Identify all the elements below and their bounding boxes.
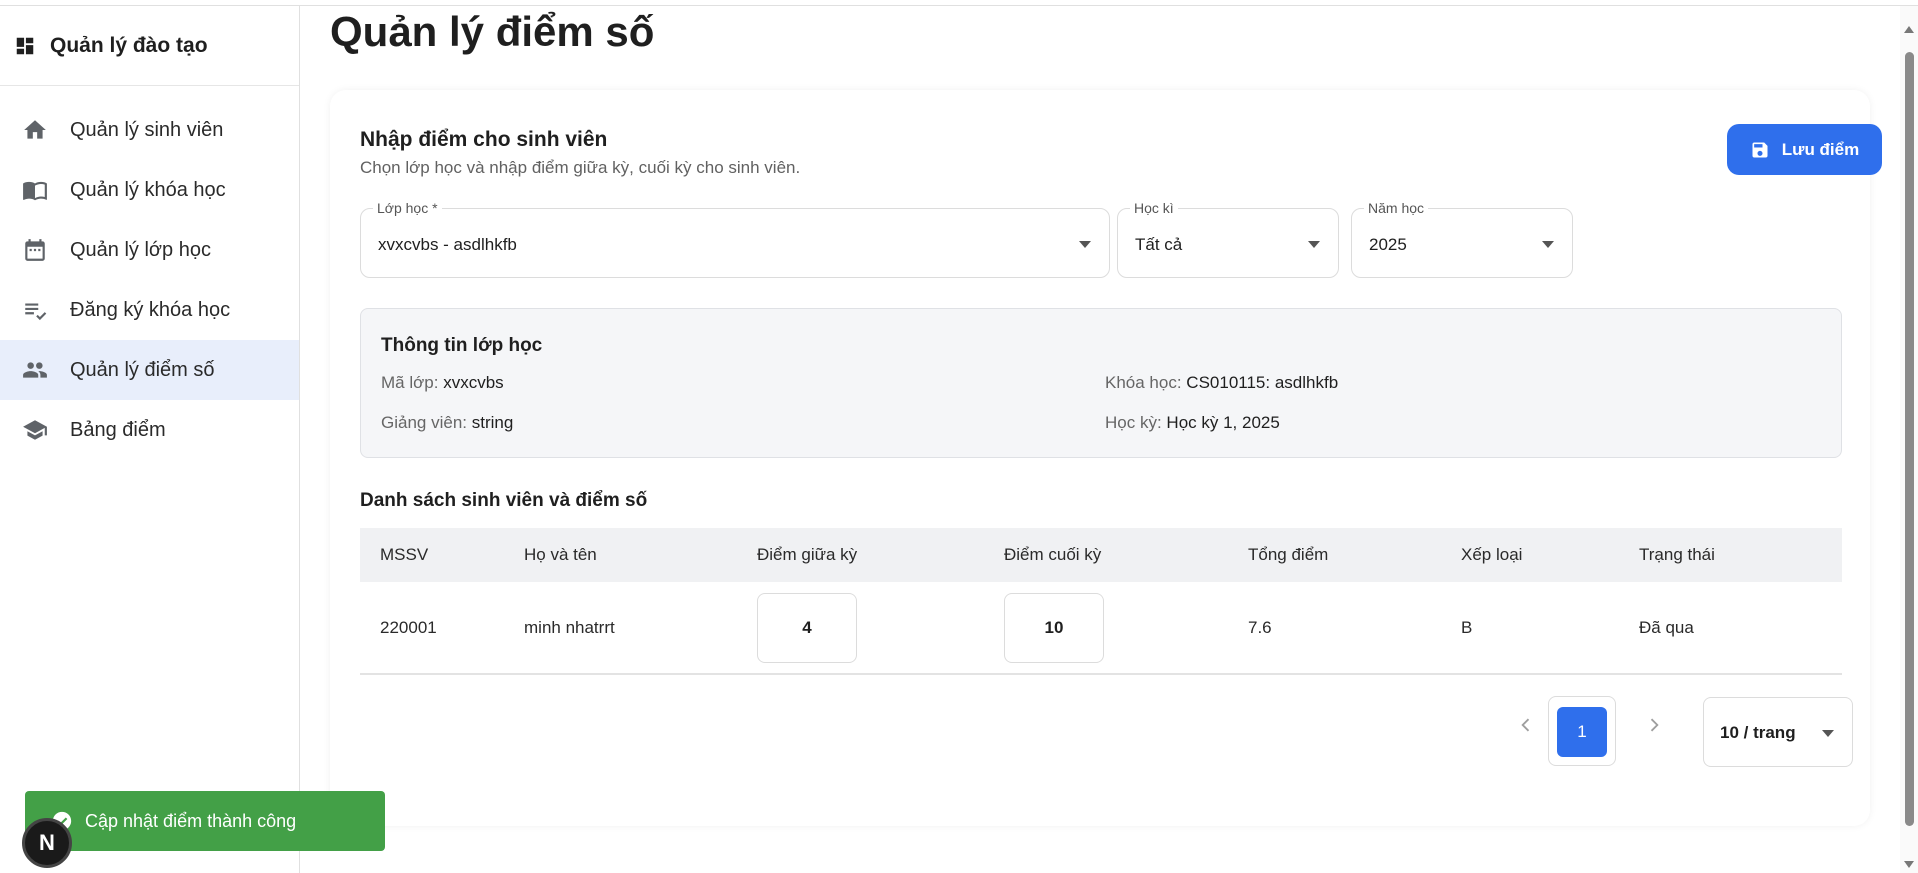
final-score-input[interactable]: 10 bbox=[1004, 592, 1104, 663]
column-header: Điểm cuối kỳ bbox=[1004, 545, 1102, 564]
sidebar-item-label: Quản lý điểm số bbox=[70, 358, 215, 381]
scroll-up-icon[interactable] bbox=[1904, 26, 1914, 33]
calendar-icon bbox=[22, 237, 48, 263]
chevron-down-icon bbox=[1308, 241, 1320, 248]
column-header: MSSV bbox=[380, 545, 429, 564]
sidebar-item-label: Bảng điểm bbox=[70, 418, 166, 441]
term-info: Học kỳ: Học kỳ 1, 2025 bbox=[1105, 413, 1280, 433]
table-header: MSSV Họ và tên Điểm giữa kỳ Điểm cuối kỳ… bbox=[360, 528, 1842, 582]
grade-rank: B bbox=[1461, 617, 1473, 637]
sidebar-item-label: Đăng ký khóa học bbox=[70, 298, 231, 321]
card-subtitle: Chọn lớp học và nhập điểm giữa kỳ, cuối … bbox=[360, 158, 801, 177]
scrollbar[interactable] bbox=[1900, 6, 1918, 873]
pagination-page-1[interactable]: 1 bbox=[1557, 707, 1607, 757]
column-header: Trạng thái bbox=[1639, 545, 1715, 564]
chevron-down-icon bbox=[1822, 730, 1834, 737]
pass-status: Đã qua bbox=[1639, 617, 1694, 637]
chevron-left-icon[interactable] bbox=[1516, 715, 1536, 735]
brand[interactable]: Quản lý đào tạo bbox=[0, 6, 299, 86]
sidebar-item-grades[interactable]: Quản lý điểm số bbox=[0, 340, 299, 400]
dev-badge[interactable]: N bbox=[22, 818, 72, 868]
term-value: Học kỳ 1, 2025 bbox=[1166, 413, 1280, 432]
year-select-label: Năm học bbox=[1364, 200, 1429, 216]
semester-select-value: Tất cả bbox=[1135, 235, 1183, 254]
course-value: CS010115: asdlhkfb bbox=[1186, 373, 1339, 392]
dashboard-icon bbox=[16, 37, 34, 54]
sidebar-nav: Quản lý sinh viên Quản lý khóa học Quản … bbox=[0, 86, 299, 460]
lecturer-label: Giảng viên: bbox=[381, 413, 467, 432]
semester-select-label: Học kì bbox=[1130, 200, 1178, 216]
scrollbar-thumb[interactable] bbox=[1905, 52, 1914, 826]
student-list-title: Danh sách sinh viên và điểm số bbox=[360, 490, 648, 511]
final-cell: 10 bbox=[1004, 592, 1248, 663]
student-name: minh nhatrrt bbox=[524, 617, 615, 637]
semester-select[interactable]: Học kì Tất cả bbox=[1117, 200, 1339, 278]
sidebar-item-label: Quản lý khóa học bbox=[70, 178, 226, 201]
class-code-label: Mã lớp: bbox=[381, 373, 439, 392]
table-row: 220001 minh nhatrrt 4 10 7.6 B Đã qua bbox=[360, 582, 1842, 675]
total-score: 7.6 bbox=[1248, 617, 1272, 637]
grade-entry-card: Nhập điểm cho sinh viên Chọn lớp học và … bbox=[330, 90, 1882, 826]
column-header: Điểm giữa kỳ bbox=[757, 545, 858, 564]
class-code-value: xvxcvbs bbox=[443, 373, 504, 392]
midterm-score-input[interactable]: 4 bbox=[757, 592, 857, 663]
student-id: 220001 bbox=[380, 617, 437, 637]
save-icon bbox=[1752, 142, 1768, 157]
scroll-down-icon[interactable] bbox=[1904, 861, 1914, 868]
app-title: Quản lý đào tạo bbox=[50, 33, 208, 57]
sidebar-item-label: Quản lý sinh viên bbox=[70, 118, 224, 141]
column-header: Xếp loại bbox=[1461, 545, 1523, 564]
chevron-right-icon[interactable] bbox=[1644, 715, 1664, 735]
class-code: Mã lớp: xvxcvbs bbox=[381, 373, 504, 393]
grades-table: MSSV Họ và tên Điểm giữa kỳ Điểm cuối kỳ… bbox=[360, 528, 1842, 675]
term-label: Học kỳ: bbox=[1105, 413, 1162, 432]
sidebar-item-transcript[interactable]: Bảng điểm bbox=[0, 400, 299, 460]
sidebar-item-courses[interactable]: Quản lý khóa học bbox=[0, 160, 299, 220]
pagination-page-wrap: 1 bbox=[1548, 696, 1616, 766]
book-icon bbox=[22, 177, 48, 203]
year-select[interactable]: Năm học 2025 bbox=[1351, 200, 1573, 278]
page-size-value: 10 / trang bbox=[1720, 723, 1796, 742]
lecturer-info: Giảng viên: string bbox=[381, 413, 513, 433]
class-info-title: Thông tin lớp học bbox=[381, 335, 543, 356]
sidebar-item-students[interactable]: Quản lý sinh viên bbox=[0, 100, 299, 160]
course-info: Khóa học: CS010115: asdlhkfb bbox=[1105, 373, 1338, 393]
midterm-cell: 4 bbox=[757, 592, 1004, 663]
checklist-icon bbox=[22, 297, 48, 323]
sidebar-item-label: Quản lý lớp học bbox=[70, 238, 211, 261]
class-info-box: Thông tin lớp học Mã lớp: xvxcvbs Khóa h… bbox=[360, 308, 1842, 458]
lecturer-value: string bbox=[471, 413, 514, 432]
main-content: Quản lý điểm số Nhập điểm cho sinh viên … bbox=[300, 6, 1900, 873]
save-grades-button[interactable]: Lưu điểm bbox=[1727, 124, 1882, 175]
page-size-select[interactable]: 10 / trang bbox=[1703, 697, 1853, 767]
sidebar: Quản lý đào tạo Quản lý sinh viên Quản l… bbox=[0, 6, 300, 873]
class-select-label: Lớp học * bbox=[373, 200, 442, 216]
card-title: Nhập điểm cho sinh viên bbox=[360, 128, 608, 151]
toast-message: Cập nhật điểm thành công bbox=[85, 810, 297, 831]
column-header: Tổng điểm bbox=[1248, 545, 1329, 564]
chevron-down-icon bbox=[1079, 241, 1091, 248]
school-icon bbox=[22, 417, 48, 443]
class-select-value: xvxcvbs - asdlhkfb bbox=[378, 235, 517, 254]
success-toast: Cập nhật điểm thành công bbox=[25, 791, 385, 851]
course-label: Khóa học: bbox=[1105, 373, 1182, 392]
year-select-value: 2025 bbox=[1369, 235, 1407, 254]
people-icon bbox=[22, 357, 48, 383]
sidebar-item-enrollment[interactable]: Đăng ký khóa học bbox=[0, 280, 299, 340]
class-select[interactable]: Lớp học * xvxcvbs - asdlhkfb bbox=[360, 200, 1110, 278]
chevron-down-icon bbox=[1542, 241, 1554, 248]
column-header: Họ và tên bbox=[524, 545, 597, 564]
page-title: Quản lý điểm số bbox=[330, 8, 655, 55]
save-button-label: Lưu điểm bbox=[1781, 139, 1860, 159]
home-icon bbox=[22, 117, 48, 143]
sidebar-item-classes[interactable]: Quản lý lớp học bbox=[0, 220, 299, 280]
